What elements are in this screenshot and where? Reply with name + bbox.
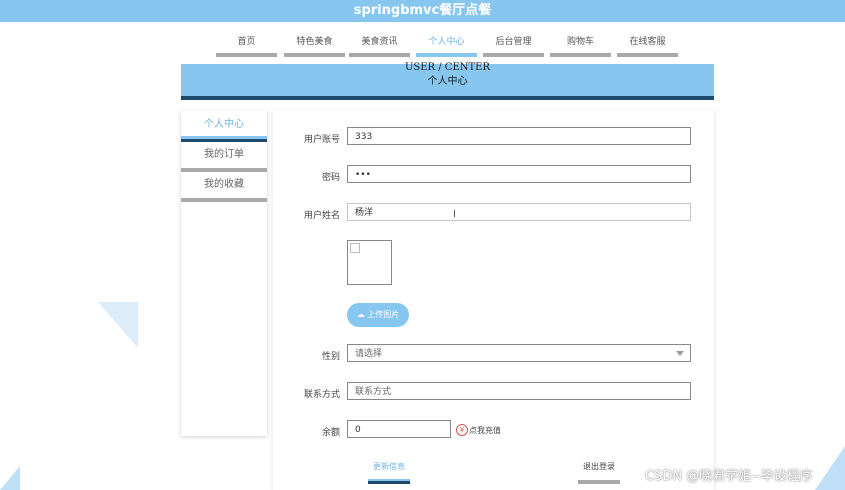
app-header: springbmvc餐厅点餐 <box>0 0 845 22</box>
nav-user-center[interactable]: 个人中心 <box>416 36 477 57</box>
yen-icon: ¥ <box>456 424 468 436</box>
nav-home-label: 首页 <box>237 37 256 47</box>
balance-label: 余额 <box>321 428 340 438</box>
contact-label: 联系方式 <box>303 390 340 400</box>
gender-placeholder: 请选择 <box>355 349 383 359</box>
update-info-button[interactable]: 更新信息 <box>368 462 410 484</box>
cloud-upload-icon: ☁ <box>356 310 365 319</box>
profile-form: 用户账号 333 密码 ••• 用户姓名 杨洋 I ☁ 上传图片 性别 请选择 … <box>273 110 714 490</box>
contact-field[interactable]: 联系方式 <box>347 382 691 400</box>
password-label: 密码 <box>321 173 340 183</box>
decor-triangle <box>815 446 845 490</box>
app-title: springbmvc餐厅点餐 <box>353 3 492 18</box>
contact-placeholder: 联系方式 <box>355 387 392 397</box>
chevron-down-icon <box>676 351 684 356</box>
account-label: 用户账号 <box>303 135 340 145</box>
logout-button-label: 退出登录 <box>583 462 615 471</box>
name-value: 杨洋 <box>355 208 374 218</box>
gender-select[interactable]: 请选择 <box>347 344 691 362</box>
upload-button-label: 上传图片 <box>367 310 400 319</box>
upload-image-button[interactable]: ☁ 上传图片 <box>347 303 409 327</box>
gender-label: 性别 <box>321 352 340 362</box>
nav-cart-label: 购物车 <box>566 37 594 47</box>
nav-admin[interactable]: 后台管理 <box>483 36 544 57</box>
sidebar-item-favorites[interactable]: 我的收藏 <box>181 172 267 202</box>
recharge-link[interactable]: 点我充值 <box>469 425 501 436</box>
nav-cart[interactable]: 购物车 <box>550 36 611 57</box>
banner-en-title: USER / CENTER <box>404 62 491 73</box>
nav-featured-food-label: 特色美食 <box>296 37 333 47</box>
sidebar-item-label: 个人中心 <box>204 119 244 130</box>
balance-field[interactable]: 0 <box>347 420 451 438</box>
name-label: 用户姓名 <box>303 211 340 221</box>
sidebar-item-user-center[interactable]: 个人中心 <box>181 112 267 142</box>
nav-support-label: 在线客服 <box>629 37 666 47</box>
page-banner: USER / CENTER 个人中心 <box>181 62 714 100</box>
decor-triangle <box>0 466 20 490</box>
decor-triangle <box>98 302 138 348</box>
avatar-image <box>347 240 392 285</box>
nav-admin-label: 后台管理 <box>495 37 532 47</box>
banner-cn-title: 个人中心 <box>427 76 468 87</box>
broken-image-icon <box>350 243 360 253</box>
nav-food-news[interactable]: 美食资讯 <box>349 36 410 57</box>
nav-food-news-label: 美食资讯 <box>361 37 398 47</box>
sidebar-item-orders[interactable]: 我的订单 <box>181 142 267 172</box>
nav-home[interactable]: 首页 <box>216 36 277 57</box>
sidebar: 个人中心 我的订单 我的收藏 <box>181 110 267 436</box>
nav-user-center-label: 个人中心 <box>428 37 465 47</box>
sidebar-item-label: 我的订单 <box>204 149 244 160</box>
password-field[interactable]: ••• <box>347 165 691 183</box>
text-cursor-icon: I <box>453 209 456 220</box>
watermark: CSDN @晓君学姐--毕设程序 <box>645 469 813 484</box>
update-button-label: 更新信息 <box>373 462 405 471</box>
name-field[interactable]: 杨洋 I <box>347 203 691 221</box>
account-field[interactable]: 333 <box>347 127 691 145</box>
sidebar-item-label: 我的收藏 <box>204 179 244 190</box>
nav-featured-food[interactable]: 特色美食 <box>284 36 345 57</box>
logout-button[interactable]: 退出登录 <box>578 462 620 484</box>
nav-support[interactable]: 在线客服 <box>617 36 678 57</box>
